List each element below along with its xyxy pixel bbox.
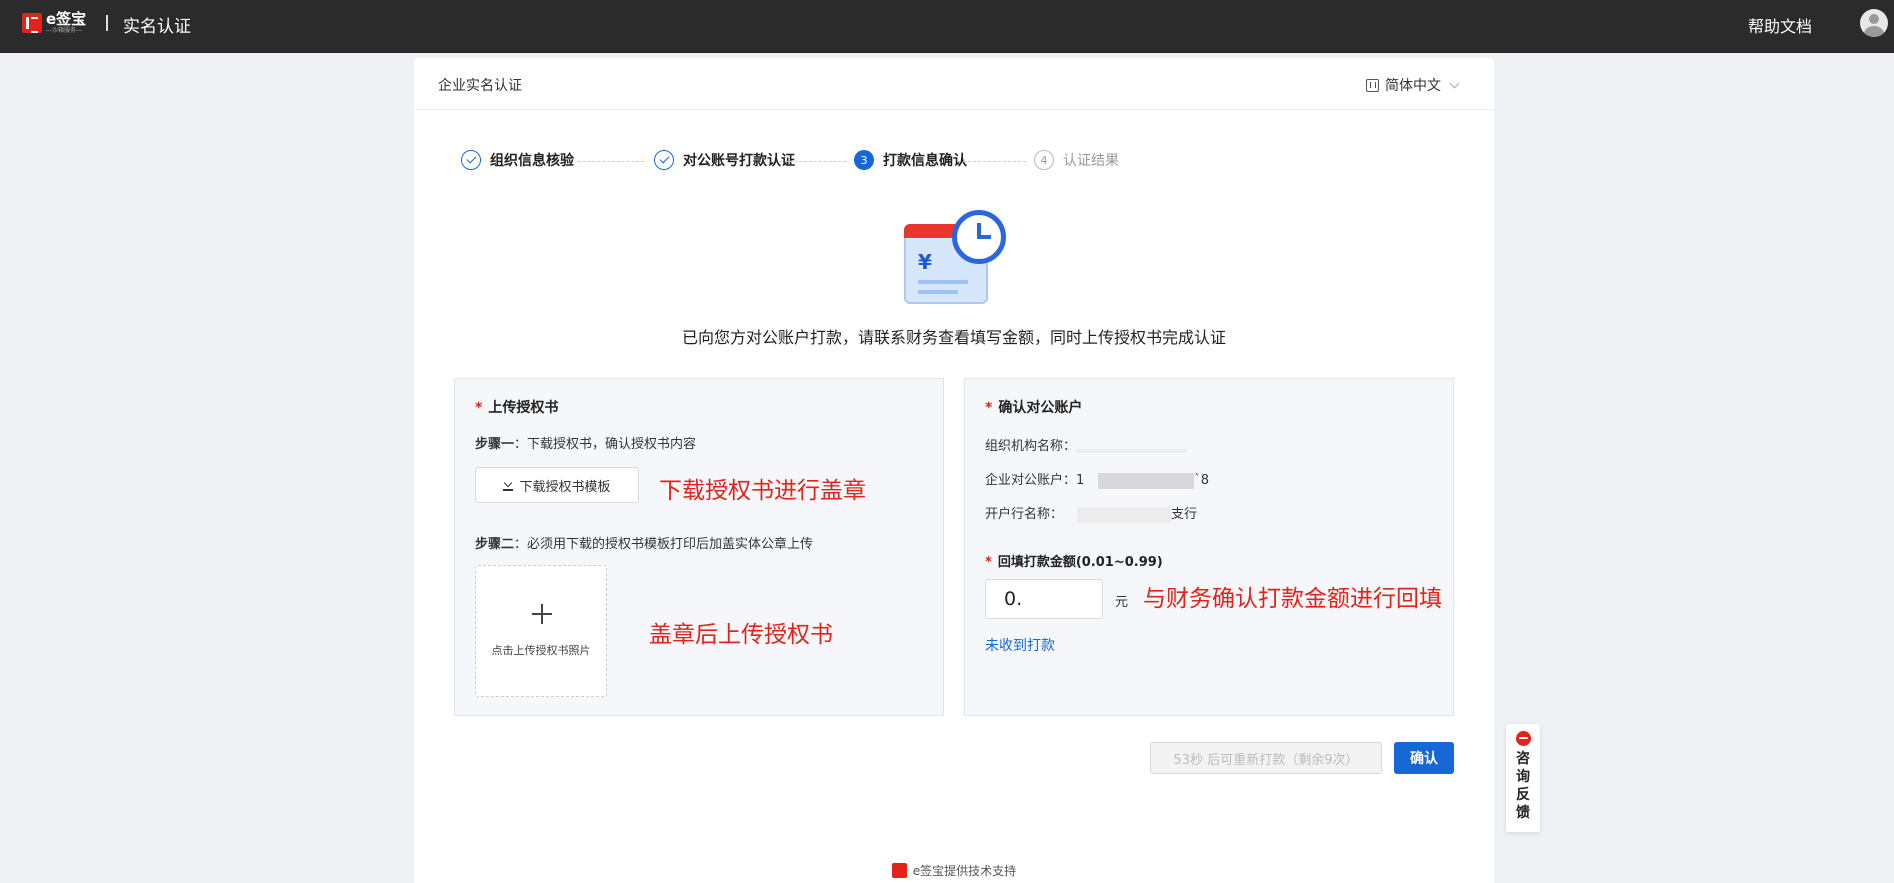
main-card: 企业实名认证 简体中文 组织信息核验 对公账号打款认证 3 打款信息确认 4 认… [414, 58, 1494, 883]
step-org-verify: 组织信息核验 [461, 150, 574, 170]
redacted-bank [1077, 506, 1172, 523]
card-header: 企业实名认证 简体中文 [414, 58, 1494, 110]
annotation-upload: 盖章后上传授权书 [649, 622, 833, 648]
upload-authorization-dropzone[interactable]: 点击上传授权书照片 [475, 565, 607, 697]
payment-clock-illustration: ¥ [900, 210, 1008, 310]
footer: e签宝提供技术支持 [414, 862, 1494, 879]
step2-instruction: 步骤二：必须用下载的授权书模板打印后加盖实体公章上传 [475, 533, 813, 552]
resend-payment-button[interactable]: 53秒 后可重新打款（剩余9次） [1150, 742, 1382, 774]
step-payment-confirm: 3 打款信息确认 [854, 150, 967, 170]
step-result: 4 认证结果 [1034, 150, 1119, 170]
step2-label: 步骤二 [475, 537, 515, 552]
account-panel-title: * 确认对公账户 [985, 397, 1082, 417]
progress-steps: 组织信息核验 对公账号打款认证 3 打款信息确认 4 认证结果 [414, 150, 1494, 174]
step2-text: ：必须用下载的授权书模板打印后加盖实体公章上传 [514, 537, 814, 552]
step-number-icon: 3 [854, 150, 874, 170]
confirm-button[interactable]: 确认 [1394, 742, 1454, 774]
download-template-button[interactable]: 下载授权书模板 [475, 467, 639, 503]
illustration-line [918, 290, 958, 294]
account-row: 企业对公账户：1 `8 [985, 469, 1209, 489]
step-label: 认证结果 [1063, 153, 1119, 169]
currency-unit: 元 [1115, 595, 1129, 610]
bank-row: 开户行名称： 支行 [985, 503, 1197, 523]
annotation-amount: 与财务确认打款金额进行回填 [1143, 586, 1442, 612]
org-name-row: 组织机构名称： [985, 435, 1187, 454]
redacted-account [1098, 472, 1195, 489]
page-title: 实名认证 [123, 17, 191, 37]
download-icon [503, 480, 514, 491]
plus-icon [532, 604, 552, 624]
consult-feedback-button[interactable]: 咨询反馈 [1506, 724, 1540, 832]
account-label: 企业对公账户： [985, 473, 1077, 488]
footer-text: e签宝提供技术支持 [912, 864, 1017, 878]
chevron-down-icon [1449, 78, 1460, 88]
avatar-icon[interactable] [1860, 9, 1888, 37]
language-selector[interactable]: 简体中文 [1366, 75, 1460, 95]
logo-icon [891, 863, 907, 878]
consult-label-text: 咨询反馈 [1516, 751, 1530, 821]
amount-label-text: 回填打款金额(0.01~0.99) [997, 555, 1163, 570]
step-connector [578, 161, 644, 162]
step-connector [958, 161, 1026, 162]
required-mark: * [985, 400, 993, 416]
redacted-org-name [1076, 448, 1187, 453]
download-template-label: 下载授权书模板 [519, 479, 611, 495]
brand-logo[interactable]: e签宝 —沙箱服务— [22, 12, 86, 34]
help-docs-link[interactable]: 帮助文档 [1748, 13, 1812, 37]
bank-suffix: 支行 [1171, 507, 1198, 522]
step-label: 打款信息确认 [883, 153, 967, 169]
yen-icon: ¥ [918, 250, 932, 274]
language-label: 简体中文 [1385, 78, 1441, 94]
not-received-link[interactable]: 未收到打款 [985, 635, 1055, 655]
logo-name: e签宝 [46, 10, 87, 28]
illustration-line [918, 280, 968, 284]
payment-message: 已向您方对公账户打款，请联系财务查看填写金额，同时上传授权书完成认证 [681, 328, 1226, 347]
org-name-label: 组织机构名称： [985, 439, 1077, 454]
account-prefix: 1 [1076, 473, 1085, 488]
step1-text: ：下载授权书，确认授权书内容 [514, 437, 697, 452]
account-panel-title-text: 确认对公账户 [998, 400, 1083, 416]
bank-label: 开户行名称： [985, 507, 1064, 522]
logo-icon [22, 13, 42, 33]
amount-input[interactable]: 0. [985, 579, 1103, 619]
top-navigation-bar: e签宝 —沙箱服务— 实名认证 帮助文档 [0, 0, 1894, 53]
required-mark: * [985, 555, 992, 570]
account-suffix: `8 [1194, 473, 1210, 488]
annotation-download: 下载授权书进行盖章 [659, 478, 866, 504]
upload-hint: 点击上传授权书照片 [491, 644, 591, 657]
check-icon [654, 150, 674, 170]
required-mark: * [475, 400, 483, 416]
step1-instruction: 步骤一：下载授权书，确认授权书内容 [475, 433, 696, 452]
consult-label: 咨询反馈 [1506, 750, 1540, 822]
amount-label: * 回填打款金额(0.01~0.99) [985, 551, 1163, 570]
check-icon [461, 150, 481, 170]
language-icon [1366, 78, 1379, 92]
step-connector [780, 161, 846, 162]
card-title: 企业实名认证 [438, 78, 522, 94]
step1-label: 步骤一 [475, 437, 515, 452]
chat-icon [1516, 731, 1531, 746]
clock-icon [952, 210, 1006, 264]
upload-panel-title-text: 上传授权书 [488, 400, 559, 416]
logo-subtitle: —沙箱服务— [46, 27, 83, 34]
upload-panel-title: * 上传授权书 [475, 397, 558, 417]
step-label: 组织信息核验 [490, 153, 574, 169]
step-label: 对公账号打款认证 [683, 153, 795, 169]
logo-text: e签宝 —沙箱服务— [46, 12, 86, 34]
step-number-icon: 4 [1034, 150, 1054, 170]
header-divider [106, 15, 108, 31]
confirm-account-panel: * 确认对公账户 组织机构名称： 企业对公账户：1 `8 开户行名称： 支行 * 回填打… [964, 378, 1454, 716]
step-payment-auth: 对公账号打款认证 [654, 150, 795, 170]
upload-authorization-panel: * 上传授权书 步骤一：下载授权书，确认授权书内容 下载授权书模板 下载授权书进行… [454, 378, 944, 716]
